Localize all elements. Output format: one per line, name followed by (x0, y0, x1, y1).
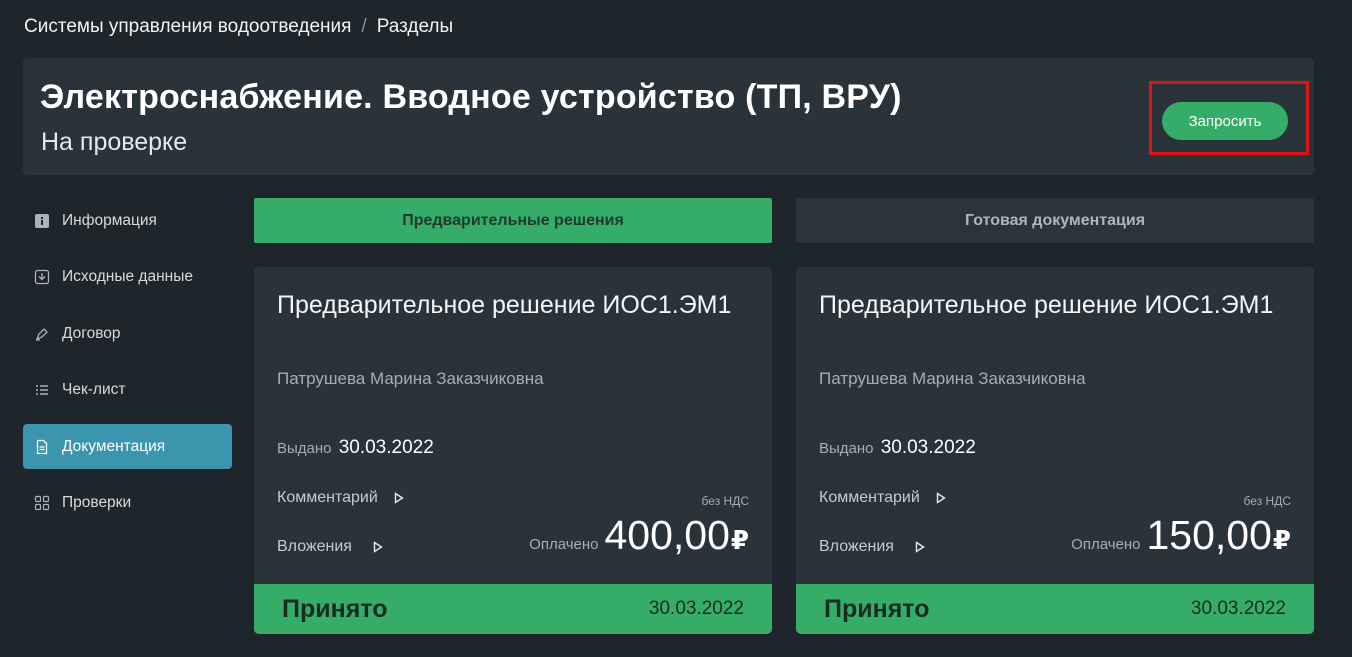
request-button-highlight: Запросить (1149, 81, 1309, 155)
issued-date: 30.03.2022 (880, 437, 976, 458)
pen-icon (34, 326, 50, 342)
ruble-icon: ₽ (730, 525, 749, 555)
attachments-label: Вложения (277, 538, 352, 555)
vat-note: без НДС (1243, 494, 1291, 508)
paid-amount: Оплачено 400,00 ₽ (529, 512, 749, 559)
tab-ready-documentation[interactable]: Готовая документация (796, 198, 1314, 243)
paid-label: Оплачено (1071, 536, 1141, 553)
solution-card: Предварительное решение ИОС1.ЭМ1 Патруше… (796, 267, 1314, 634)
play-icon (394, 492, 404, 504)
sidebar-item-contract[interactable]: Договор (23, 311, 232, 356)
play-icon (373, 541, 383, 553)
ruble-icon: ₽ (1272, 525, 1291, 555)
download-icon (34, 269, 50, 285)
sidebar: Информация Исходные данные Договор Чек-л… (23, 198, 232, 537)
section-status: На проверке (41, 128, 188, 156)
solution-card: Предварительное решение ИОС1.ЭМ1 Патруше… (254, 267, 772, 634)
amount-value: 150,00 (1146, 512, 1272, 558)
issued-label: Выдано (277, 440, 332, 457)
request-button[interactable]: Запросить (1162, 102, 1288, 140)
comment-label: Комментарий (819, 489, 920, 506)
vat-note: без НДС (701, 494, 749, 508)
sidebar-item-label: Проверки (62, 494, 132, 511)
issued-label: Выдано (819, 440, 874, 457)
sidebar-item-info[interactable]: Информация (23, 198, 232, 243)
document-icon (34, 439, 50, 455)
card-issued: Выдано 30.03.2022 (277, 437, 434, 459)
card-status-bar: Принято 30.03.2022 (254, 584, 772, 634)
checks-grid-icon (34, 495, 50, 511)
sidebar-item-checks[interactable]: Проверки (23, 481, 232, 526)
card-person: Патрушева Марина Заказчиковна (277, 369, 544, 388)
attachments-toggle[interactable]: Вложения (277, 538, 383, 556)
breadcrumb-separator: / (361, 16, 367, 37)
card-status-bar: Принято 30.03.2022 (796, 584, 1314, 634)
sidebar-item-label: Документация (62, 437, 166, 455)
status-badge: Принято (282, 594, 388, 623)
checklist-icon (34, 382, 50, 398)
sidebar-item-label: Информация (62, 211, 157, 229)
comment-toggle[interactable]: Комментарий (819, 489, 946, 507)
comment-label: Комментарий (277, 489, 378, 506)
breadcrumb: Системы управления водоотведения / Разде… (24, 16, 453, 38)
sidebar-item-label: Исходные данные (62, 268, 193, 285)
card-issued: Выдано 30.03.2022 (819, 437, 976, 459)
attachments-toggle[interactable]: Вложения (819, 538, 925, 556)
sidebar-item-documentation[interactable]: Документация (23, 424, 232, 469)
tab-preliminary-solutions[interactable]: Предварительные решения (254, 198, 772, 243)
play-icon (915, 541, 925, 553)
breadcrumb-item-systems[interactable]: Системы управления водоотведения (24, 16, 351, 38)
section-header-card: Электроснабжение. Вводное устройство (ТП… (23, 58, 1314, 175)
card-person: Патрушева Марина Заказчиковна (819, 369, 1086, 388)
play-icon (936, 492, 946, 504)
paid-label: Оплачено (529, 536, 599, 553)
sidebar-item-label: Чек-лист (62, 381, 126, 398)
info-icon (34, 213, 50, 229)
status-date: 30.03.2022 (1190, 598, 1286, 619)
card-title: Предварительное решение ИОС1.ЭМ1 (277, 291, 732, 319)
sidebar-item-source-data[interactable]: Исходные данные (23, 255, 232, 300)
status-badge: Принято (824, 594, 930, 623)
comment-toggle[interactable]: Комментарий (277, 489, 404, 507)
breadcrumb-item-sections[interactable]: Разделы (377, 16, 453, 38)
sidebar-item-checklist[interactable]: Чек-лист (23, 368, 232, 413)
card-title: Предварительное решение ИОС1.ЭМ1 (819, 291, 1274, 319)
page-title: Электроснабжение. Вводное устройство (ТП… (40, 78, 902, 116)
sidebar-item-label: Договор (62, 324, 121, 342)
amount-value: 400,00 (604, 512, 730, 558)
issued-date: 30.03.2022 (338, 437, 434, 458)
status-date: 30.03.2022 (648, 598, 744, 619)
paid-amount: Оплачено 150,00 ₽ (1071, 512, 1291, 559)
attachments-label: Вложения (819, 538, 894, 555)
